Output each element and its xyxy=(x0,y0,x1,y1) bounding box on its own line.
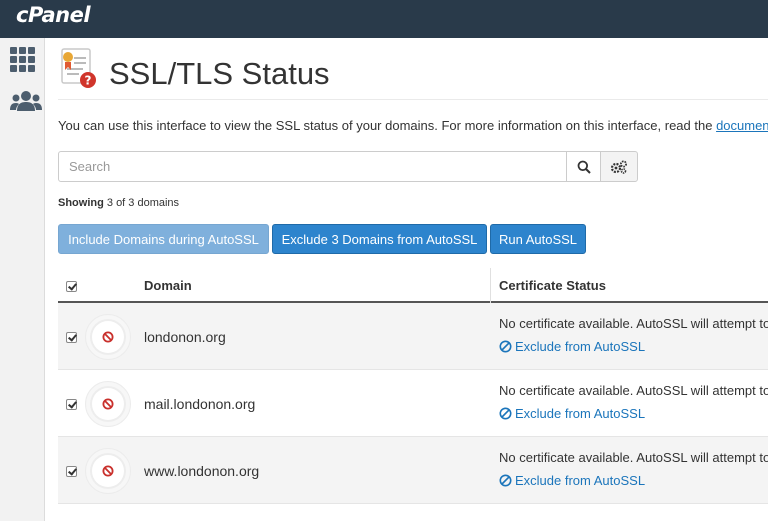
domain-name: www.londonon.org xyxy=(144,463,260,479)
documentation-link[interactable]: documentation xyxy=(716,118,768,133)
main-content: ? SSL/TLS Status You can use this interf… xyxy=(46,38,768,521)
run-autossl-button[interactable]: Run AutoSSL xyxy=(490,224,586,254)
domain-column-header[interactable]: Domain xyxy=(144,278,192,293)
svg-text:?: ? xyxy=(85,74,92,88)
no-certificate-icon xyxy=(102,331,114,343)
users-icon[interactable] xyxy=(10,90,42,116)
domains-table: Domain Certificate Status londonon.org N… xyxy=(58,268,768,504)
status-column-header[interactable]: Certificate Status xyxy=(499,278,606,293)
status-indicator xyxy=(85,381,131,427)
select-all-checkbox[interactable] xyxy=(66,281,77,292)
search-icon xyxy=(577,160,591,174)
search-button[interactable] xyxy=(566,151,601,182)
status-indicator xyxy=(85,448,131,494)
domain-name: mail.londonon.org xyxy=(144,396,256,412)
exclude-domains-button[interactable]: Exclude 3 Domains from AutoSSL xyxy=(272,224,487,254)
column-divider xyxy=(490,268,491,303)
page-title: SSL/TLS Status xyxy=(109,56,330,91)
include-domains-button[interactable]: Include Domains during AutoSSL xyxy=(58,224,269,254)
results-count: Showing 3 of 3 domains xyxy=(58,197,180,209)
search-settings-button[interactable] xyxy=(600,151,638,182)
search-input[interactable] xyxy=(58,151,567,182)
status-indicator xyxy=(85,314,131,360)
certificate-status: No certificate available. AutoSSL will a… xyxy=(499,450,768,465)
title-divider xyxy=(58,99,768,100)
gears-icon xyxy=(610,160,627,174)
no-certificate-icon xyxy=(102,398,114,410)
sidebar xyxy=(0,38,45,521)
ssl-certificate-icon: ? xyxy=(61,48,97,90)
ban-icon xyxy=(499,407,512,420)
search-bar xyxy=(58,151,638,182)
table-row: mail.londonon.org No certificate availab… xyxy=(58,370,768,437)
domain-name: londonon.org xyxy=(144,329,226,345)
row-checkbox[interactable] xyxy=(66,466,77,477)
top-bar: cPanel xyxy=(0,0,768,38)
intro-text: You can use this interface to view the S… xyxy=(58,118,768,133)
table-row: londonon.org No certificate available. A… xyxy=(58,303,768,370)
certificate-status: No certificate available. AutoSSL will a… xyxy=(499,383,768,398)
table-row: www.londonon.org No certificate availabl… xyxy=(58,437,768,504)
no-certificate-icon xyxy=(102,465,114,477)
apps-grid-icon[interactable] xyxy=(10,47,36,73)
row-checkbox[interactable] xyxy=(66,399,77,410)
certificate-status: No certificate available. AutoSSL will a… xyxy=(499,316,768,331)
ban-icon xyxy=(499,474,512,487)
cpanel-logo[interactable]: cPanel xyxy=(16,3,91,27)
row-checkbox[interactable] xyxy=(66,332,77,343)
exclude-from-autossl-link[interactable]: Exclude from AutoSSL xyxy=(499,473,645,488)
exclude-from-autossl-link[interactable]: Exclude from AutoSSL xyxy=(499,406,645,421)
table-header: Domain Certificate Status xyxy=(58,268,768,303)
ban-icon xyxy=(499,340,512,353)
exclude-from-autossl-link[interactable]: Exclude from AutoSSL xyxy=(499,339,645,354)
